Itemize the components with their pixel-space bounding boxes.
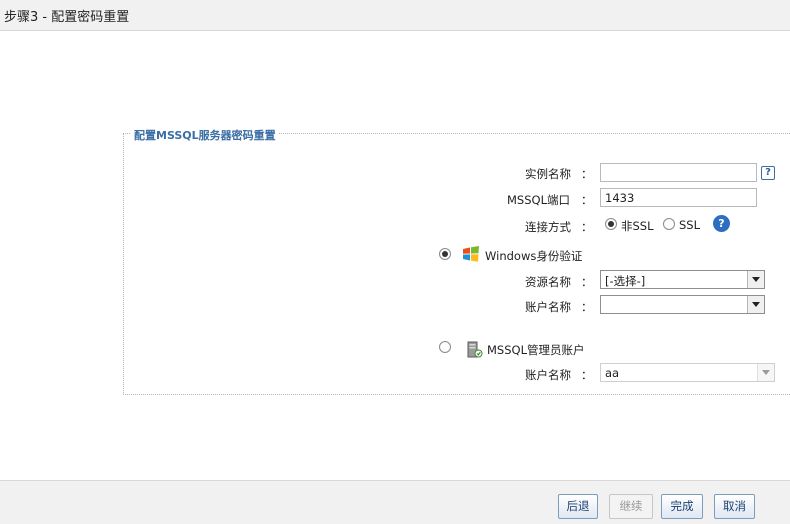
instance-name-label: 实例名称 — [525, 167, 571, 181]
chevron-down-icon[interactable] — [747, 271, 764, 288]
windows-icon — [463, 246, 479, 262]
colon: ： — [581, 368, 593, 382]
colon: ： — [581, 220, 593, 234]
back-button[interactable]: 后退 — [558, 494, 598, 519]
windows-account-select[interactable] — [600, 295, 765, 314]
help-icon[interactable]: ? — [713, 215, 730, 232]
ssl-radio[interactable] — [663, 218, 675, 230]
resource-selected-value: [-选择-] — [605, 274, 646, 288]
continue-button[interactable]: 继续 — [609, 494, 653, 519]
colon: ： — [581, 167, 593, 181]
chevron-down-icon[interactable] — [757, 364, 774, 381]
header-bar: 步骤3 - 配置密码重置 — [0, 0, 790, 31]
connection-label: 连接方式 — [525, 220, 571, 234]
page-title: 步骤3 - 配置密码重置 — [4, 10, 130, 25]
port-label: MSSQL端口 — [507, 193, 570, 207]
mssql-admin-radio[interactable] — [439, 341, 451, 353]
colon: ： — [581, 193, 593, 207]
help-icon[interactable]: ? — [761, 166, 775, 180]
chevron-down-icon[interactable] — [747, 296, 764, 313]
ssl-label: SSL — [679, 218, 701, 232]
fieldset-legend: 配置MSSQL服务器密码重置 — [131, 127, 279, 143]
resource-name-select[interactable]: [-选择-] — [600, 270, 765, 289]
server-icon — [467, 341, 483, 358]
port-input[interactable] — [600, 188, 757, 207]
instance-name-input[interactable] — [600, 163, 757, 182]
windows-auth-radio[interactable] — [439, 248, 451, 260]
account-name-label: 账户名称 — [525, 300, 571, 314]
colon: ： — [581, 275, 593, 289]
finish-button[interactable]: 完成 — [661, 494, 703, 519]
cancel-button[interactable]: 取消 — [714, 494, 755, 519]
admin-account-select[interactable]: aa — [600, 363, 775, 382]
admin-account-name-label: 账户名称 — [525, 368, 571, 382]
non-ssl-radio[interactable] — [605, 218, 617, 230]
colon: ： — [581, 300, 593, 314]
windows-auth-label: Windows身份验证 — [485, 249, 583, 263]
mssql-admin-label: MSSQL管理员账户 — [487, 343, 585, 357]
admin-account-value: aa — [605, 366, 620, 380]
resource-name-label: 资源名称 — [525, 275, 571, 289]
non-ssl-label: 非SSL — [621, 219, 654, 233]
